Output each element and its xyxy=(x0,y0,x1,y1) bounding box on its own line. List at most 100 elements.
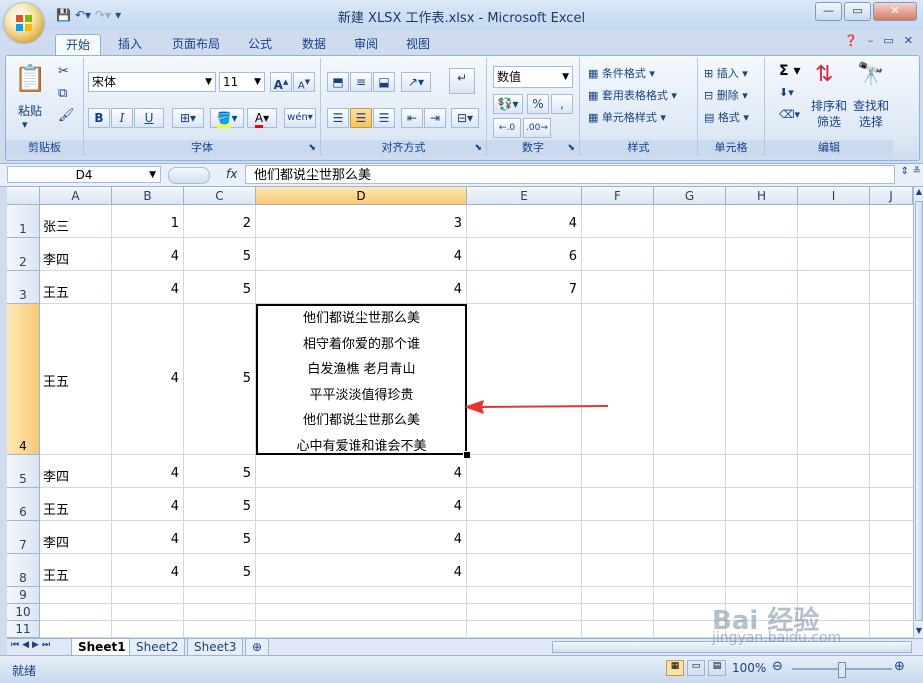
phonetic-button[interactable]: wén▾ xyxy=(284,108,316,128)
dialog-launcher-icon[interactable]: ⬊ xyxy=(567,140,575,156)
column-header-e[interactable]: E xyxy=(467,187,582,205)
zoom-in-icon[interactable]: ⊕ xyxy=(894,659,905,674)
row-header-8[interactable]: 8 xyxy=(7,554,40,587)
copy-icon[interactable]: ⧉ xyxy=(58,86,67,101)
cell-d8[interactable]: 4 xyxy=(259,565,462,580)
cell-a3[interactable]: 王五 xyxy=(43,282,107,301)
cell-a1[interactable]: 张三 xyxy=(43,216,107,235)
cell-c2[interactable]: 5 xyxy=(187,249,251,264)
cell-d4-selected[interactable]: 他们都说尘世那么美 相守着你爱的那个谁 白发渔樵 老月青山 平平淡淡值得珍贵 他… xyxy=(256,304,467,455)
column-header-f[interactable]: F xyxy=(582,187,654,205)
sheet-tab-2[interactable]: Sheet2 xyxy=(129,639,186,656)
row-header-7[interactable]: 7 xyxy=(7,521,40,554)
cell-e2[interactable]: 6 xyxy=(470,249,577,264)
normal-view-icon[interactable]: ▦ xyxy=(666,660,684,676)
help-icon[interactable]: ❓ xyxy=(844,34,858,47)
format-cells-button[interactable]: ▤ 格式 ▾ xyxy=(704,109,749,125)
accounting-format-button[interactable]: 💱▾ xyxy=(493,94,523,114)
format-as-table-button[interactable]: ▦ 套用表格格式 ▾ xyxy=(588,87,677,103)
wrap-text-button[interactable]: ↵ xyxy=(449,68,475,94)
row-header-5[interactable]: 5 xyxy=(7,455,40,488)
ribbon-close-icon[interactable]: ✕ xyxy=(904,34,913,47)
clear-button[interactable]: ⌫▾ xyxy=(779,108,800,121)
number-format-dropdown[interactable]: 数值 ▼ xyxy=(493,66,573,88)
find-select-button[interactable]: 查找和 选择 xyxy=(853,98,889,130)
font-name-dropdown[interactable]: 宋体 ▼ xyxy=(88,72,216,92)
column-header-g[interactable]: G xyxy=(654,187,726,205)
maximize-button[interactable]: ▭ xyxy=(844,2,871,21)
tab-formulas[interactable]: 公式 xyxy=(240,34,280,55)
increase-decimal-button[interactable]: ←.0 xyxy=(493,118,521,138)
dialog-launcher-icon[interactable]: ⬊ xyxy=(308,140,316,156)
zoom-out-icon[interactable]: ⊖ xyxy=(772,659,783,674)
page-break-view-icon[interactable]: ▤ xyxy=(708,660,726,676)
conditional-formatting-button[interactable]: ▦ 条件格式 ▾ xyxy=(588,65,655,81)
align-center-button[interactable]: ☰ xyxy=(350,108,372,128)
tab-view[interactable]: 视图 xyxy=(398,34,438,55)
cell-b7[interactable]: 4 xyxy=(115,532,179,547)
fill-handle[interactable] xyxy=(463,451,471,459)
italic-button[interactable]: I xyxy=(111,108,133,128)
fill-color-button[interactable]: 🪣▾ xyxy=(210,108,244,128)
format-painter-icon[interactable]: 🖌 xyxy=(58,108,75,123)
fill-button[interactable]: ⬇▾ xyxy=(779,86,794,99)
select-all-corner[interactable] xyxy=(7,187,40,205)
dialog-launcher-icon[interactable]: ⬊ xyxy=(474,140,482,156)
cell-a8[interactable]: 王五 xyxy=(43,565,107,584)
cell-b3[interactable]: 4 xyxy=(115,282,179,297)
minimize-button[interactable]: — xyxy=(815,2,842,21)
underline-button[interactable]: U xyxy=(134,108,164,128)
column-header-h[interactable]: H xyxy=(726,187,798,205)
cell-d3[interactable]: 4 xyxy=(259,282,462,297)
sheet-nav-arrows-icon[interactable]: ⏮◀▶⏭ xyxy=(11,640,53,650)
cell-c6[interactable]: 5 xyxy=(187,499,251,514)
collapse-icon[interactable]: ≚ xyxy=(913,166,921,177)
scroll-down-icon[interactable]: ▼ xyxy=(914,626,923,638)
row-header-4[interactable]: 4 xyxy=(7,304,40,455)
scroll-up-icon[interactable]: ▲ xyxy=(914,187,923,199)
cell-e1[interactable]: 4 xyxy=(470,216,577,231)
cell-d2[interactable]: 4 xyxy=(259,249,462,264)
tab-review[interactable]: 审阅 xyxy=(346,34,386,55)
name-box[interactable]: D4 ▼ xyxy=(7,166,161,183)
delete-cells-button[interactable]: ⊟ 删除 ▾ xyxy=(704,87,748,103)
office-button[interactable] xyxy=(4,3,44,43)
align-bottom-button[interactable]: ⬓ xyxy=(373,72,395,92)
comma-style-button[interactable]: , xyxy=(551,94,573,114)
grow-font-button[interactable]: A▲ xyxy=(270,72,292,92)
sheet-tab-3[interactable]: Sheet3 xyxy=(187,639,244,656)
cell-d5[interactable]: 4 xyxy=(259,466,462,481)
zoom-slider-thumb[interactable] xyxy=(838,662,846,678)
cell-b8[interactable]: 4 xyxy=(115,565,179,580)
cell-b5[interactable]: 4 xyxy=(115,466,179,481)
sheet-tab-1[interactable]: Sheet1 xyxy=(71,639,133,656)
decrease-indent-button[interactable]: ⇤ xyxy=(401,108,423,128)
insert-function-button[interactable]: fx xyxy=(226,167,237,181)
cell-c4[interactable]: 5 xyxy=(187,371,251,386)
cell-c1[interactable]: 2 xyxy=(187,216,251,231)
column-header-c[interactable]: C xyxy=(184,187,256,205)
row-header-9[interactable]: 9 xyxy=(7,587,40,604)
orientation-button[interactable]: ↗▾ xyxy=(401,72,431,92)
cell-c7[interactable]: 5 xyxy=(187,532,251,547)
bold-button[interactable]: B xyxy=(88,108,110,128)
paste-icon[interactable]: 📋 xyxy=(14,64,46,94)
font-size-dropdown[interactable]: 11 ▼ xyxy=(219,72,265,92)
cell-b2[interactable]: 4 xyxy=(115,249,179,264)
ribbon-minimize-icon[interactable]: – xyxy=(868,34,874,47)
cell-a6[interactable]: 王五 xyxy=(43,499,107,518)
worksheet-grid[interactable]: A B C D E F G H I J 1 张三 1 2 3 4 2 李四 4 5 4 6 3 王五 4 5 4… xyxy=(7,187,913,638)
cell-d7[interactable]: 4 xyxy=(259,532,462,547)
autosum-button[interactable]: Σ ▾ xyxy=(779,63,800,79)
cell-a5[interactable]: 李四 xyxy=(43,466,107,485)
row-header-1[interactable]: 1 xyxy=(7,205,40,238)
cell-a4[interactable]: 王五 xyxy=(43,371,107,390)
column-header-j[interactable]: J xyxy=(870,187,913,205)
insert-sheet-button[interactable]: ⊕ xyxy=(245,639,270,656)
row-header-2[interactable]: 2 xyxy=(7,238,40,271)
align-top-button[interactable]: ⬒ xyxy=(327,72,349,92)
vertical-scrollbar[interactable]: ▲ ▼ xyxy=(913,187,923,638)
font-color-button[interactable]: A▾ xyxy=(247,108,277,128)
column-header-i[interactable]: I xyxy=(798,187,870,205)
align-left-button[interactable]: ☰ xyxy=(327,108,349,128)
